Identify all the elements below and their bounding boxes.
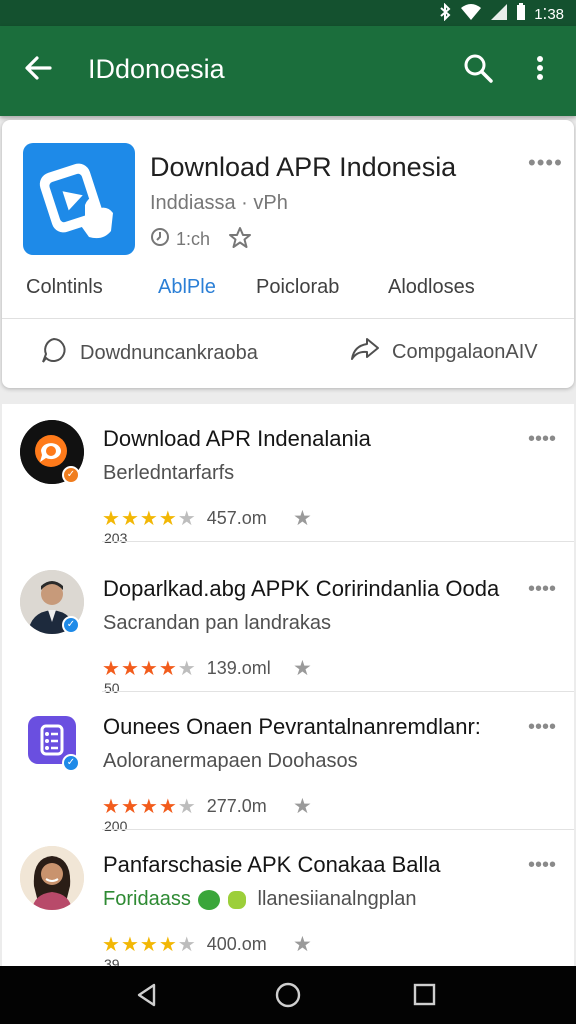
tab-alodloses[interactable]: Alodloses [388,276,475,299]
separator [102,541,574,542]
item-name: Download APR Indenalania [103,426,371,451]
item-name: Ounees Onaen Pevrantalnanremdlanr: [103,714,481,739]
favorite-star-icon[interactable]: ★ [293,932,312,957]
clock: 1⁚38 [534,6,564,23]
item-size: 400.om [206,934,267,954]
tab-apple[interactable]: AblPle [158,276,216,299]
item-subtitle: Aoloranermapaen Doohasos [103,750,358,772]
item-more-icon[interactable]: •••• [528,716,556,739]
nav-back-icon[interactable] [134,982,160,1013]
wifi-icon [460,3,482,25]
app-meta: 1:ch [150,226,252,253]
star-outline-icon[interactable] [228,226,252,253]
divider [2,318,574,319]
app-publisher: Inddiassa · vPh [150,192,288,214]
share-action-button[interactable]: CompgalaonAIV [350,336,538,368]
item-subtitle-green: Foridaass [103,888,191,910]
battery-icon [516,3,526,25]
nav-home-icon[interactable] [274,982,302,1015]
bluetooth-icon [438,2,452,25]
item-count: 203 [104,530,128,546]
item-size: 139.oml [206,658,271,678]
verified-badge-icon: ✓ [62,466,80,484]
item-name: Doparlkad.abg APPK Coririndanlia Ooda [103,576,500,601]
rating-stars-icon: ★★★★★ [102,934,196,956]
rating-stars-icon: ★★★★★ [102,796,196,818]
rating-stars-icon: ★★★★★ [102,508,196,530]
favorite-star-icon[interactable]: ★ [293,506,312,531]
item-size: 457.om [206,508,267,528]
app-icon[interactable] [23,143,135,255]
app-meta-text: 1:ch [176,229,211,249]
list-item[interactable]: ✓ Ounees Onaen Pevrantalnanremdlanr: Aol… [2,692,574,834]
share-action-label: CompgalaonAIV [392,340,538,363]
more-options-icon[interactable]: •••• [528,150,563,176]
rating-stars-icon: ★★★★★ [102,658,196,680]
download-action-button[interactable]: Dowdnuncankraoba [40,336,258,370]
overflow-menu-icon[interactable] [528,52,552,84]
list-item[interactable]: ✓ Doparlkad.abg APPK Coririndanlia Ooda … [2,554,574,696]
emoji-sprout-icon [227,890,246,909]
tab-contents[interactable]: Colntinls [26,276,103,299]
share-arrow-icon [350,336,380,368]
clock-icon [150,227,170,252]
verified-badge-icon: ✓ [62,616,80,634]
app-bar: IDdonoesia [0,26,576,116]
app-detail-card: Download APR Indonesia Inddiassa · vPh 1… [2,120,574,388]
verified-badge-icon: ✓ [62,754,80,772]
app-list: ✓ Download APR Indenalania Berledntarfar… [2,404,574,972]
search-icon[interactable] [462,52,494,84]
system-nav-bar [0,966,576,1024]
tab-poiclorab[interactable]: Poiclorab [256,276,339,299]
emoji-leaf-icon [198,889,221,910]
list-item[interactable]: ✓ Download APR Indenalania Berledntarfar… [2,404,574,546]
status-bar: 1⁚38 [0,0,576,26]
list-item[interactable]: Panfarschasie APK Conakaa Balla Foridaas… [2,830,574,972]
item-rating: ★★★★★ 139.oml [102,656,271,681]
item-size: 277.0m [206,796,267,816]
favorite-star-icon[interactable]: ★ [293,656,312,681]
item-more-icon[interactable]: •••• [528,428,556,451]
item-rating: ★★★★★ 457.om [102,506,267,531]
favorite-star-icon[interactable]: ★ [293,794,312,819]
signal-icon [490,3,508,25]
nav-recents-icon[interactable] [412,982,438,1013]
item-rating: ★★★★★ 277.0m [102,794,267,819]
item-subtitle: Foridaass llanesiianalngplan [103,888,417,911]
item-subtitle: Sacrandan pan landrakas [103,612,331,634]
item-subtitle: Berledntarfarfs [103,462,235,484]
person-avatar [20,846,84,910]
app-tabs: Colntinls AblPle Poiclorab Alodloses [2,270,574,310]
item-more-icon[interactable]: •••• [528,578,556,601]
app-actions: Dowdnuncankraoba CompgalaonAIV [2,330,574,376]
download-action-label: Dowdnuncankraoba [80,341,258,364]
item-name: Panfarschasie APK Conakaa Balla [103,852,441,877]
item-subtitle-rest: llanesiianalngplan [257,888,417,910]
item-rating: ★★★★★ 400.om [102,932,267,957]
app-bar-title: IDdonoesia [88,54,225,84]
chat-bubble-icon [40,336,68,370]
app-title: Download APR Indonesia [150,152,457,182]
back-arrow-icon[interactable] [22,52,54,84]
item-more-icon[interactable]: •••• [528,854,556,877]
